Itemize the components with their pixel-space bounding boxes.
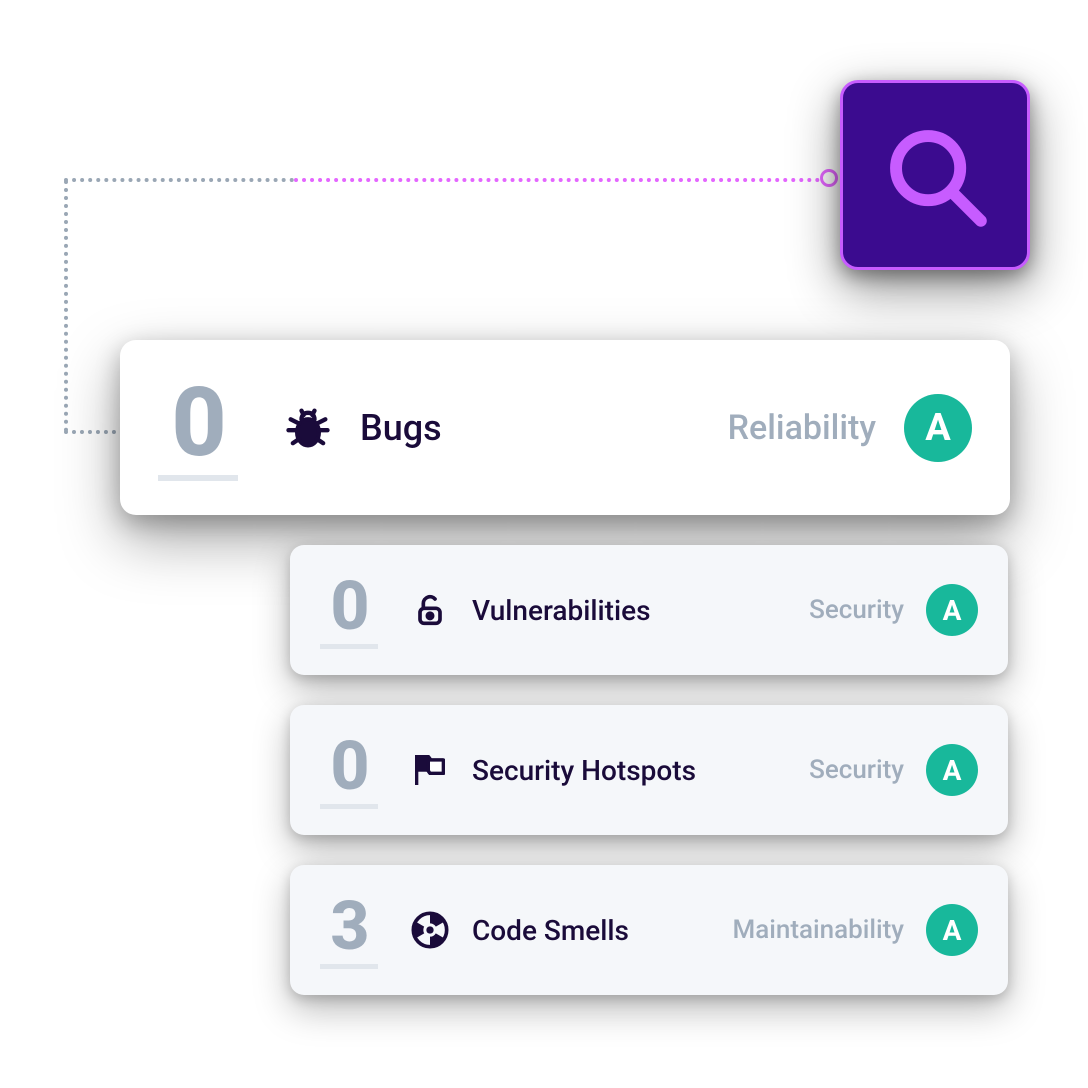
metric-count: 3 <box>320 892 378 969</box>
grade-badge: A <box>926 904 978 956</box>
metric-card-code-smells[interactable]: 3 Code Smells Maintainability A <box>290 865 1008 995</box>
metric-label: Bugs <box>360 407 442 449</box>
grade-badge: A <box>926 744 978 796</box>
metric-count: 0 <box>320 732 378 809</box>
search-tile[interactable] <box>840 80 1030 270</box>
metric-count: 0 <box>320 572 378 649</box>
grade-badge: A <box>904 394 972 462</box>
connector-pink <box>294 178 828 182</box>
metric-card-vulnerabilities[interactable]: 0 Vulnerabilities Security A <box>290 545 1008 675</box>
metric-label: Security Hotspots <box>472 754 696 787</box>
radiation-icon <box>410 910 450 950</box>
unlock-icon <box>410 590 450 630</box>
metric-count: 0 <box>158 375 238 481</box>
metric-category: Security <box>809 755 904 785</box>
connector-node <box>820 169 838 187</box>
metric-label: Code Smells <box>472 914 629 947</box>
metric-label: Vulnerabilities <box>472 594 651 627</box>
metric-card-bugs[interactable]: 0 Bugs Reliability A <box>120 340 1010 515</box>
connector-vertical <box>64 180 68 432</box>
connector-gray <box>64 178 294 182</box>
metric-category: Maintainability <box>732 915 904 945</box>
flag-icon <box>410 750 450 790</box>
metric-card-security-hotspots[interactable]: 0 Security Hotspots Security A <box>290 705 1008 835</box>
connector-end <box>64 430 124 434</box>
search-icon <box>880 120 990 230</box>
grade-badge: A <box>926 584 978 636</box>
metric-category: Reliability <box>728 408 876 448</box>
metric-category: Security <box>809 595 904 625</box>
bug-icon <box>282 402 334 454</box>
